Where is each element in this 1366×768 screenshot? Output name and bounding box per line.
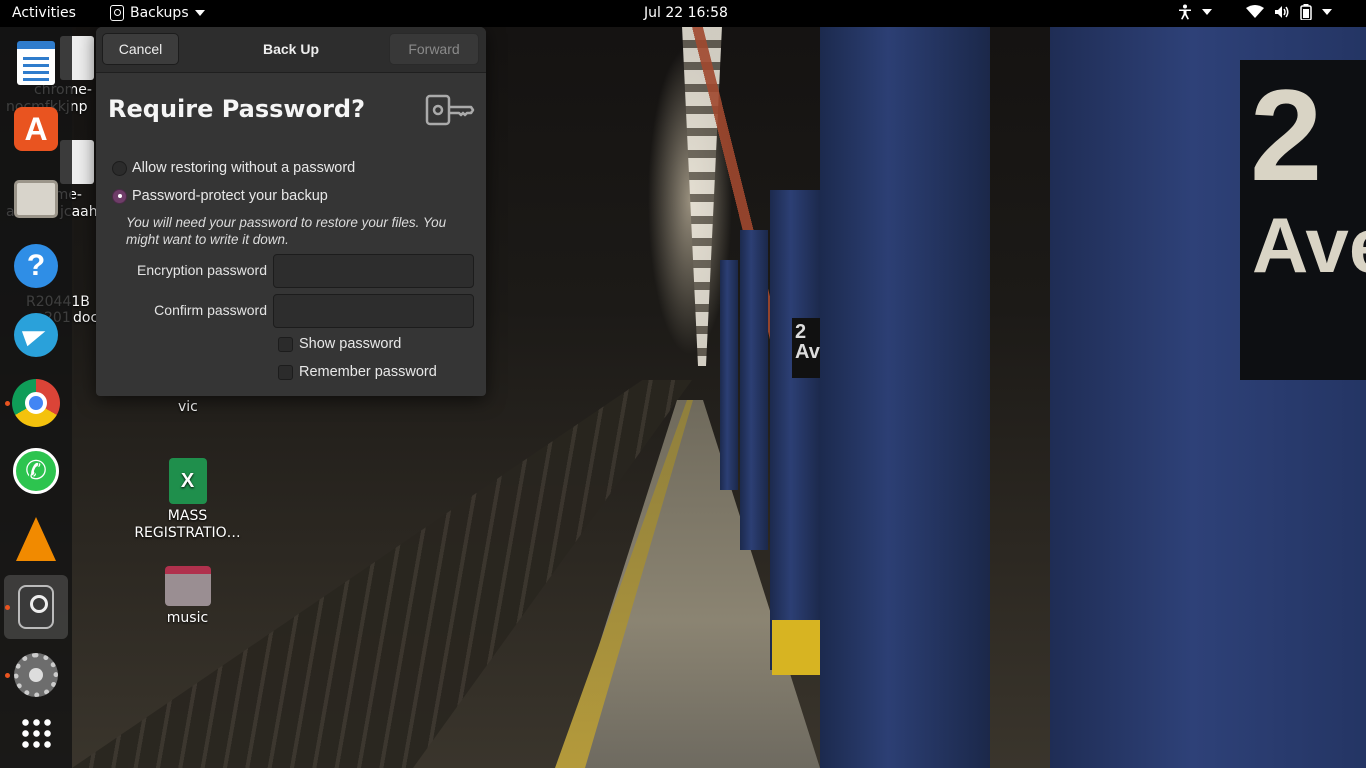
chevron-down-icon[interactable]: [1322, 9, 1332, 15]
backup-password-dialog: Cancel Back Up Forward Require Password?…: [96, 27, 486, 396]
page-heading: Require Password?: [108, 95, 366, 123]
running-indicator: [5, 673, 10, 678]
app-grid-icon: [20, 717, 52, 749]
dock-item-writer[interactable]: [4, 31, 68, 95]
wallpaper-small-sign: 2 Ave: [792, 318, 831, 378]
encryption-password-field[interactable]: [273, 254, 474, 288]
dock-item-chrome[interactable]: [4, 371, 68, 435]
running-indicator: [5, 401, 10, 406]
radio-label: Password-protect your backup: [132, 188, 328, 204]
password-hint-text: You will need your password to restore y…: [126, 215, 447, 247]
remember-password-checkbox[interactable]: Remember password: [278, 364, 437, 380]
radio-allow-without-password[interactable]: Allow restoring without a password: [112, 160, 355, 176]
confirm-password-label: Confirm password: [154, 302, 267, 318]
telegram-icon: [14, 313, 58, 357]
dock-item-vlc[interactable]: [4, 507, 68, 571]
dock-item-telegram[interactable]: [4, 303, 68, 367]
accessibility-icon[interactable]: [1178, 4, 1192, 20]
volume-icon[interactable]: [1274, 5, 1290, 19]
confirm-password-field[interactable]: [273, 294, 474, 328]
spreadsheet-icon: X: [168, 458, 207, 504]
activities-button[interactable]: Activities: [12, 5, 76, 21]
dock-item-files[interactable]: [4, 167, 68, 231]
battery-icon[interactable]: [1300, 4, 1312, 20]
software-store-icon: A: [14, 107, 58, 151]
checkbox[interactable]: [278, 364, 293, 380]
dock-item-whatsapp[interactable]: [4, 439, 68, 503]
desktop-item-label[interactable]: vic: [178, 399, 198, 416]
wifi-icon[interactable]: [1246, 5, 1264, 19]
desktop-item-label[interactable]: doc: [73, 310, 98, 327]
dialog-headerbar: Cancel Back Up Forward: [96, 27, 486, 73]
dock-item-software[interactable]: A: [4, 97, 68, 161]
checkbox-label: Remember password: [299, 364, 437, 380]
top-bar: Activities Backups Jul 22 16:58: [0, 0, 1366, 27]
app-menu[interactable]: Backups: [110, 5, 205, 21]
dock-item-backups[interactable]: [4, 575, 68, 639]
app-menu-label: Backups: [130, 5, 189, 21]
radio-password-protect[interactable]: Password-protect your backup: [112, 188, 328, 204]
dock: A ?: [0, 27, 72, 768]
backups-icon: [18, 585, 54, 629]
dialog-title: Back Up: [262, 41, 320, 57]
files-icon: [14, 180, 58, 218]
encryption-password-label: Encryption password: [137, 262, 267, 278]
wallpaper-sign-text: Ave: [1252, 201, 1366, 289]
dock-item-settings[interactable]: [4, 643, 68, 707]
running-indicator: [5, 605, 10, 610]
writer-icon: [17, 41, 55, 85]
chevron-down-icon: [194, 10, 205, 16]
desktop-folder-label: music: [166, 610, 209, 626]
folder-icon: [164, 566, 211, 606]
radio-button-selected[interactable]: [112, 188, 127, 204]
show-password-checkbox[interactable]: Show password: [278, 336, 401, 352]
vlc-icon: [16, 517, 56, 561]
whatsapp-icon: [13, 448, 59, 494]
system-tray[interactable]: [1178, 4, 1332, 20]
key-icon: [425, 94, 475, 126]
radio-label: Allow restoring without a password: [132, 160, 356, 176]
dock-item-help[interactable]: ?: [4, 234, 68, 298]
checkbox[interactable]: [278, 336, 293, 352]
cancel-button[interactable]: Cancel: [102, 33, 179, 65]
clock[interactable]: Jul 22 16:58: [644, 5, 728, 21]
chevron-down-icon[interactable]: [1202, 9, 1212, 15]
help-icon: ?: [14, 244, 58, 288]
settings-icon: [14, 653, 58, 697]
wallpaper-sign-number: 2: [1250, 62, 1323, 208]
desktop-excel-label: MASS REGISTRATIO…: [134, 508, 241, 541]
desktop-excel-file[interactable]: X MASS REGISTRATIO…: [130, 458, 245, 542]
chrome-icon: [12, 379, 60, 427]
checkbox-label: Show password: [299, 336, 402, 352]
radio-button[interactable]: [112, 160, 127, 176]
desktop-music-folder[interactable]: music: [150, 566, 225, 627]
backups-app-icon: [110, 5, 124, 21]
forward-button[interactable]: Forward: [389, 33, 479, 65]
show-applications-button[interactable]: [4, 701, 68, 765]
